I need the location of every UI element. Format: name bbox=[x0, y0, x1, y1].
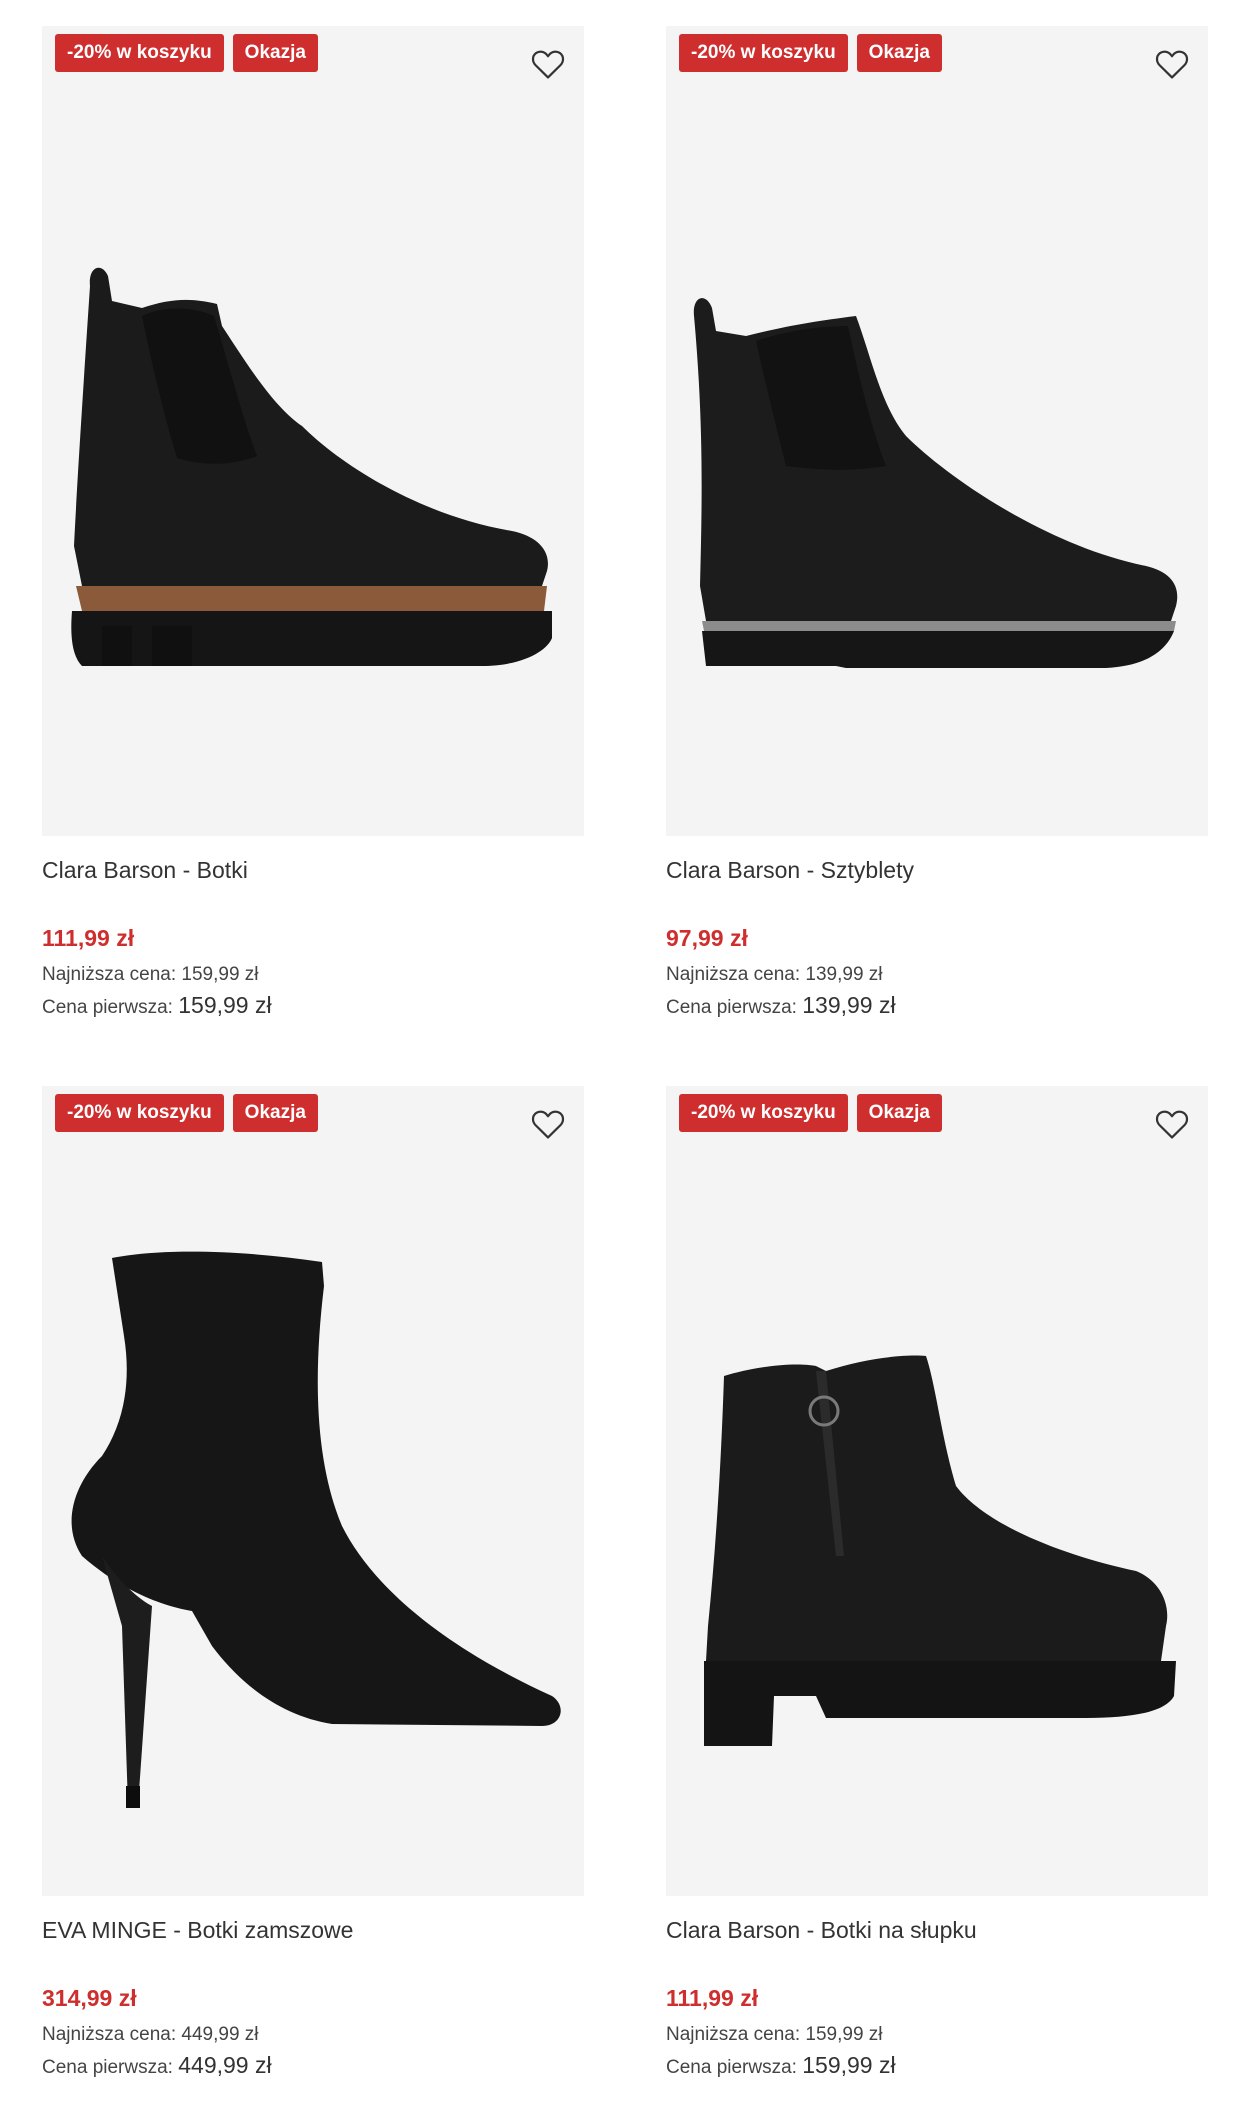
product-price: 314,99 zł bbox=[42, 1985, 137, 2011]
first-price-row: Cena pierwsza: 139,99 zł bbox=[666, 990, 1208, 1023]
favorite-button[interactable] bbox=[526, 42, 570, 86]
product-name[interactable]: EVA MINGE - Botki zamszowe bbox=[42, 1914, 584, 1946]
lowest-price-row: Najniższa cena: 139,99 zł bbox=[666, 960, 1208, 990]
discount-badge: -20% w koszyku bbox=[55, 1094, 224, 1132]
heart-outline-icon bbox=[531, 1110, 565, 1139]
lowest-price-row: Najniższa cena: 159,99 zł bbox=[42, 960, 584, 990]
first-price-value: 139,99 zł bbox=[802, 992, 896, 1018]
lowest-price-label: Najniższa cena: bbox=[666, 964, 801, 985]
stiletto-boot-image bbox=[71, 1251, 561, 1808]
product-image[interactable]: -20% w koszyku Okazja bbox=[42, 1086, 584, 1896]
lowest-price-value: 449,99 zł bbox=[181, 2024, 259, 2045]
first-price-value: 159,99 zł bbox=[178, 992, 272, 1018]
lowest-price-label: Najniższa cena: bbox=[666, 2024, 801, 2045]
first-price-row: Cena pierwsza: 449,99 zł bbox=[42, 2050, 584, 2083]
product-card[interactable]: -20% w koszyku Okazja Clara Barson - Szt… bbox=[666, 26, 1208, 1023]
product-image[interactable]: -20% w koszyku Okazja bbox=[666, 26, 1208, 836]
product-name[interactable]: Clara Barson - Botki na słupku bbox=[666, 1914, 1208, 1946]
lowest-price-value: 159,99 zł bbox=[181, 964, 259, 985]
product-grid: -20% w koszyku Okazja Clara Barson - Bot… bbox=[0, 0, 1250, 2123]
lowest-price-row: Najniższa cena: 159,99 zł bbox=[666, 2020, 1208, 2050]
first-price-label: Cena pierwsza: bbox=[42, 997, 173, 1018]
lowest-price-row: Najniższa cena: 449,99 zł bbox=[42, 2020, 584, 2050]
deal-badge: Okazja bbox=[856, 1094, 942, 1132]
lowest-price-value: 159,99 zł bbox=[805, 2024, 883, 2045]
deal-badge: Okazja bbox=[232, 34, 318, 72]
badge-group: -20% w koszyku Okazja bbox=[679, 34, 942, 72]
first-price-label: Cena pierwsza: bbox=[666, 997, 797, 1018]
favorite-button[interactable] bbox=[1150, 1102, 1194, 1146]
heart-outline-icon bbox=[1155, 1110, 1189, 1139]
lowest-price-value: 139,99 zł bbox=[805, 964, 883, 985]
discount-badge: -20% w koszyku bbox=[679, 34, 848, 72]
deal-badge: Okazja bbox=[856, 34, 942, 72]
favorite-button[interactable] bbox=[1150, 42, 1194, 86]
first-price-value: 159,99 zł bbox=[802, 2052, 896, 2078]
favorite-button[interactable] bbox=[526, 1102, 570, 1146]
discount-badge: -20% w koszyku bbox=[55, 34, 224, 72]
discount-badge: -20% w koszyku bbox=[679, 1094, 848, 1132]
product-price: 97,99 zł bbox=[666, 925, 748, 951]
product-image[interactable]: -20% w koszyku Okazja bbox=[42, 26, 584, 836]
product-price: 111,99 zł bbox=[42, 925, 135, 951]
heart-outline-icon bbox=[1155, 50, 1189, 79]
block-heel-boot-image bbox=[704, 1355, 1176, 1746]
first-price-label: Cena pierwsza: bbox=[42, 2057, 173, 2078]
first-price-label: Cena pierwsza: bbox=[666, 2057, 797, 2078]
product-card[interactable]: -20% w koszyku Okazja Clara Barson - Bot… bbox=[42, 26, 584, 1023]
badge-group: -20% w koszyku Okazja bbox=[679, 1094, 942, 1132]
badge-group: -20% w koszyku Okazja bbox=[55, 34, 318, 72]
product-card[interactable]: -20% w koszyku Okazja Clara Barson - Bot… bbox=[666, 1086, 1208, 2083]
first-price-row: Cena pierwsza: 159,99 zł bbox=[42, 990, 584, 1023]
product-image[interactable]: -20% w koszyku Okazja bbox=[666, 1086, 1208, 1896]
heart-outline-icon bbox=[531, 50, 565, 79]
product-name[interactable]: Clara Barson - Botki bbox=[42, 854, 584, 886]
first-price-value: 449,99 zł bbox=[178, 2052, 272, 2078]
badge-group: -20% w koszyku Okazja bbox=[55, 1094, 318, 1132]
product-price: 111,99 zł bbox=[666, 1985, 759, 2011]
lowest-price-label: Najniższa cena: bbox=[42, 964, 177, 985]
product-card[interactable]: -20% w koszyku Okazja EVA MINGE - Botki … bbox=[42, 1086, 584, 2083]
first-price-row: Cena pierwsza: 159,99 zł bbox=[666, 2050, 1208, 2083]
chelsea-boot-image bbox=[693, 298, 1178, 668]
lowest-price-label: Najniższa cena: bbox=[42, 2024, 177, 2045]
chelsea-boot-image bbox=[71, 267, 552, 666]
deal-badge: Okazja bbox=[232, 1094, 318, 1132]
product-name[interactable]: Clara Barson - Sztyblety bbox=[666, 854, 1208, 886]
